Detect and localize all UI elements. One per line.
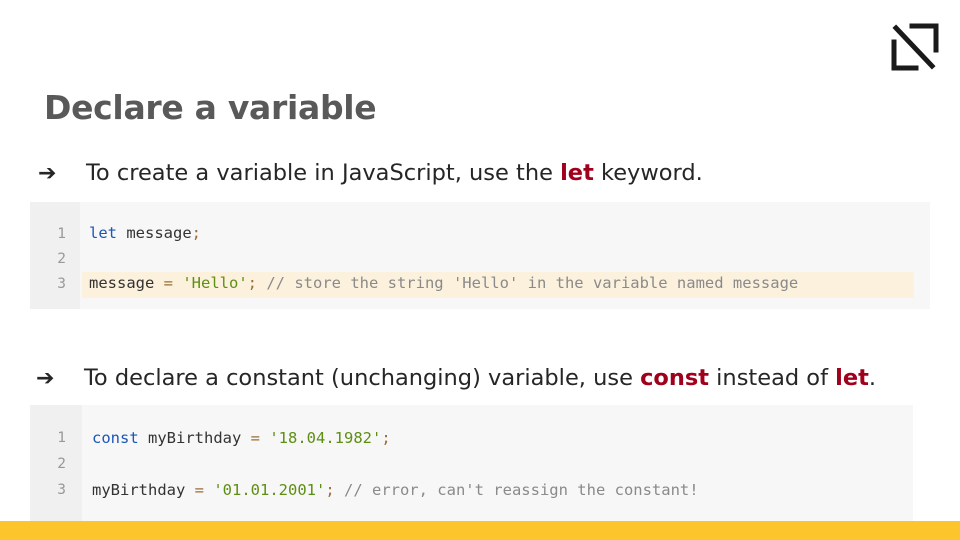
code-semicolon: ; — [191, 224, 201, 242]
corner-slash-logo-icon — [891, 23, 939, 71]
code-block-let: 1 2 3 let message; message = 'Hello'; //… — [30, 202, 930, 309]
keyword-let: let — [835, 365, 869, 391]
code-identifier: myBirthday — [138, 429, 242, 447]
line-number: 3 — [57, 276, 66, 292]
line-number: 1 — [57, 430, 66, 446]
line-number: 2 — [57, 251, 66, 267]
bullet-text: To declare a constant (unchanging) varia… — [84, 365, 641, 391]
code-identifier: message — [117, 224, 192, 242]
code-identifier: message — [89, 274, 155, 292]
slide-title: Declare a variable — [44, 88, 377, 127]
code-line-3: message = 'Hello'; // store the string '… — [89, 274, 798, 292]
line-number: 3 — [57, 482, 66, 498]
arrow-icon: ➔ — [36, 366, 55, 391]
code-comment: // store the string 'Hello' in the varia… — [257, 274, 799, 292]
bullet-const: ➔ To declare a constant (unchanging) vari… — [36, 365, 876, 391]
code-line-1: let message; — [89, 224, 201, 242]
code-operator: = — [154, 274, 183, 292]
bullet-text-end: . — [868, 365, 877, 391]
code-semicolon: ; — [325, 481, 335, 499]
bullet-text-middle: instead of — [709, 365, 836, 391]
code-keyword: const — [92, 429, 139, 447]
code-keyword: let — [89, 224, 117, 242]
code-string: 'Hello' — [182, 274, 248, 292]
code-operator: = — [185, 481, 214, 499]
line-number: 2 — [57, 456, 66, 472]
bullet-text: To create a variable in JavaScript, use … — [86, 160, 561, 186]
code-semicolon: ; — [381, 429, 391, 447]
bullet-let: ➔ To create a variable in JavaScript, use… — [38, 160, 703, 186]
code-operator: = — [241, 429, 270, 447]
code-line-3: myBirthday = '01.01.2001'; // error, can… — [92, 481, 699, 499]
keyword-const: const — [640, 365, 710, 391]
accent-bar — [0, 521, 960, 540]
code-string: '01.01.2001' — [213, 481, 326, 499]
bullet-text-end: keyword. — [593, 160, 703, 186]
arrow-icon: ➔ — [38, 161, 57, 186]
line-number: 1 — [57, 226, 66, 242]
code-comment: // error, can't reassign the constant! — [334, 481, 699, 499]
keyword-let: let — [560, 160, 594, 186]
code-string: '18.04.1982' — [269, 429, 382, 447]
code-semicolon: ; — [247, 274, 257, 292]
code-line-1: const myBirthday = '18.04.1982'; — [92, 429, 391, 447]
code-block-const: 1 2 3 const myBirthday = '18.04.1982'; m… — [30, 405, 913, 523]
code-identifier: myBirthday — [92, 481, 186, 499]
